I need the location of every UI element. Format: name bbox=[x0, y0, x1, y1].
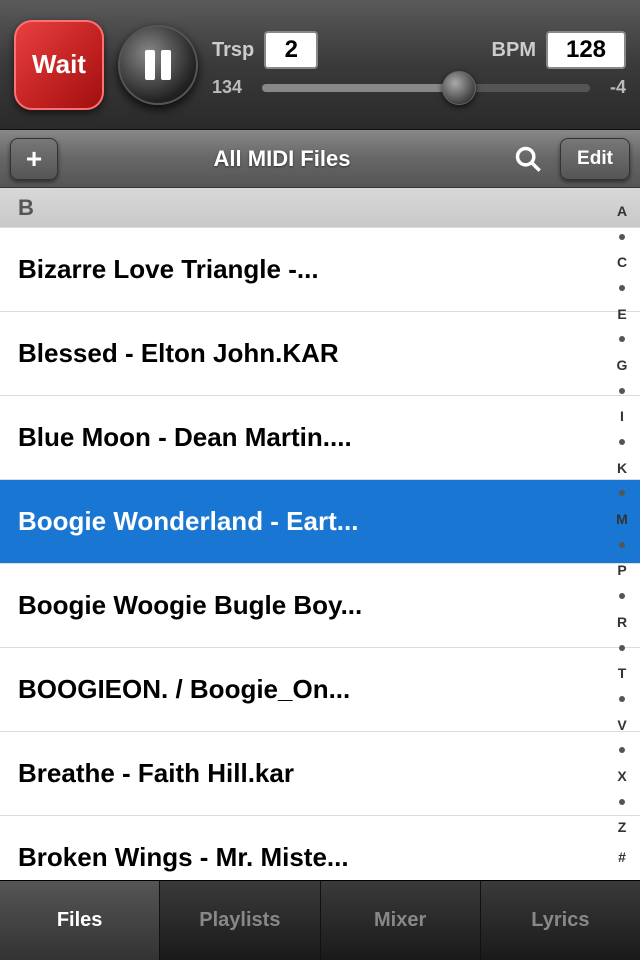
search-icon bbox=[514, 145, 542, 173]
index-dot[interactable] bbox=[619, 747, 625, 753]
index-letter-m[interactable]: M bbox=[616, 512, 628, 526]
list-item[interactable]: BOOGIEON. / Boogie_On... bbox=[0, 648, 640, 732]
section-label: B bbox=[18, 195, 34, 221]
slider-thumb bbox=[442, 71, 476, 105]
index-letter-#[interactable]: # bbox=[618, 850, 626, 864]
index-letter-r[interactable]: R bbox=[617, 615, 627, 629]
list-item[interactable]: Bizarre Love Triangle -... bbox=[0, 228, 640, 312]
toolbar: + All MIDI Files Edit bbox=[0, 130, 640, 188]
index-dot[interactable] bbox=[619, 799, 625, 805]
list-item[interactable]: Blessed - Elton John.KAR bbox=[0, 312, 640, 396]
index-letter-g[interactable]: G bbox=[617, 358, 628, 372]
trsp-value: 2 bbox=[285, 36, 298, 64]
index-dot[interactable] bbox=[619, 439, 625, 445]
list-item[interactable]: Broken Wings - Mr. Miste... bbox=[0, 816, 640, 880]
tab-label-lyrics: Lyrics bbox=[531, 909, 589, 932]
tab-mixer[interactable]: Mixer bbox=[321, 881, 481, 960]
tab-playlists[interactable]: Playlists bbox=[160, 881, 320, 960]
pause-button[interactable] bbox=[118, 25, 198, 105]
index-dot[interactable] bbox=[619, 593, 625, 599]
tab-bar: Files Playlists Mixer Lyrics bbox=[0, 880, 640, 960]
list-item[interactable]: Breathe - Faith Hill.kar bbox=[0, 732, 640, 816]
toolbar-title: All MIDI Files bbox=[68, 146, 496, 172]
tab-label-playlists: Playlists bbox=[199, 909, 280, 932]
bpm-label: BPM bbox=[492, 39, 536, 62]
index-dot[interactable] bbox=[619, 285, 625, 291]
index-letter-x[interactable]: X bbox=[617, 769, 626, 783]
index-dot[interactable] bbox=[619, 336, 625, 342]
slider-row: 134 -4 bbox=[212, 77, 626, 98]
search-button[interactable] bbox=[506, 138, 550, 180]
song-title: Breathe - Faith Hill.kar bbox=[18, 758, 622, 789]
wait-button[interactable]: Wait bbox=[14, 20, 104, 110]
wait-label: Wait bbox=[32, 49, 86, 80]
index-letter-t[interactable]: T bbox=[618, 666, 627, 680]
index-dot[interactable] bbox=[619, 490, 625, 496]
edit-button[interactable]: Edit bbox=[560, 138, 630, 180]
song-title: Bizarre Love Triangle -... bbox=[18, 254, 622, 285]
tab-lyrics[interactable]: Lyrics bbox=[481, 881, 640, 960]
list-item[interactable]: Blue Moon - Dean Martin.... bbox=[0, 396, 640, 480]
tab-label-mixer: Mixer bbox=[374, 909, 426, 932]
trsp-label: Trsp bbox=[212, 39, 254, 62]
index-letter-e[interactable]: E bbox=[617, 307, 626, 321]
index-letter-p[interactable]: P bbox=[617, 563, 626, 577]
song-title: Blessed - Elton John.KAR bbox=[18, 338, 622, 369]
pause-icon bbox=[145, 50, 171, 80]
song-title: Broken Wings - Mr. Miste... bbox=[18, 842, 622, 873]
index-dot[interactable] bbox=[619, 234, 625, 240]
index-dot[interactable] bbox=[619, 388, 625, 394]
song-title: Boogie Wonderland - Eart... bbox=[18, 506, 622, 537]
song-title: Boogie Woogie Bugle Boy... bbox=[18, 590, 622, 621]
tempo-slider[interactable] bbox=[262, 84, 590, 92]
trsp-value-box[interactable]: 2 bbox=[264, 31, 318, 69]
song-title: Blue Moon - Dean Martin.... bbox=[18, 422, 622, 453]
index-dot[interactable] bbox=[619, 542, 625, 548]
index-letter-i[interactable]: I bbox=[620, 409, 624, 423]
index-letter-k[interactable]: K bbox=[617, 461, 627, 475]
controls-right: Trsp 2 BPM 128 134 -4 bbox=[212, 31, 626, 98]
bpm-value-box[interactable]: 128 bbox=[546, 31, 626, 69]
add-button[interactable]: + bbox=[10, 138, 58, 180]
list-item[interactable]: Boogie Woogie Bugle Boy... bbox=[0, 564, 640, 648]
index-dot[interactable] bbox=[619, 645, 625, 651]
song-list: B Bizarre Love Triangle -... Blessed - Elt… bbox=[0, 188, 640, 880]
trsp-bpm-row: Trsp 2 BPM 128 bbox=[212, 31, 626, 69]
section-header[interactable]: B bbox=[0, 188, 640, 228]
edit-label: Edit bbox=[577, 148, 613, 170]
tab-files[interactable]: Files bbox=[0, 881, 160, 960]
tab-label-files: Files bbox=[57, 909, 103, 932]
index-sidebar: A C E G I K M P R T V X Z # bbox=[604, 188, 640, 880]
slider-right-label: -4 bbox=[600, 77, 626, 98]
slider-left-label: 134 bbox=[212, 77, 252, 98]
bpm-value: 128 bbox=[566, 36, 606, 64]
index-letter-c[interactable]: C bbox=[617, 255, 627, 269]
index-letter-v[interactable]: V bbox=[617, 718, 626, 732]
index-letter-z[interactable]: Z bbox=[618, 820, 627, 834]
song-title: BOOGIEON. / Boogie_On... bbox=[18, 674, 622, 705]
add-label: + bbox=[26, 143, 42, 175]
list-item[interactable]: Boogie Wonderland - Eart... bbox=[0, 480, 640, 564]
top-bar: Wait Trsp 2 BPM 128 134 -4 bbox=[0, 0, 640, 130]
index-dot[interactable] bbox=[619, 696, 625, 702]
index-letter-a[interactable]: A bbox=[617, 204, 627, 218]
